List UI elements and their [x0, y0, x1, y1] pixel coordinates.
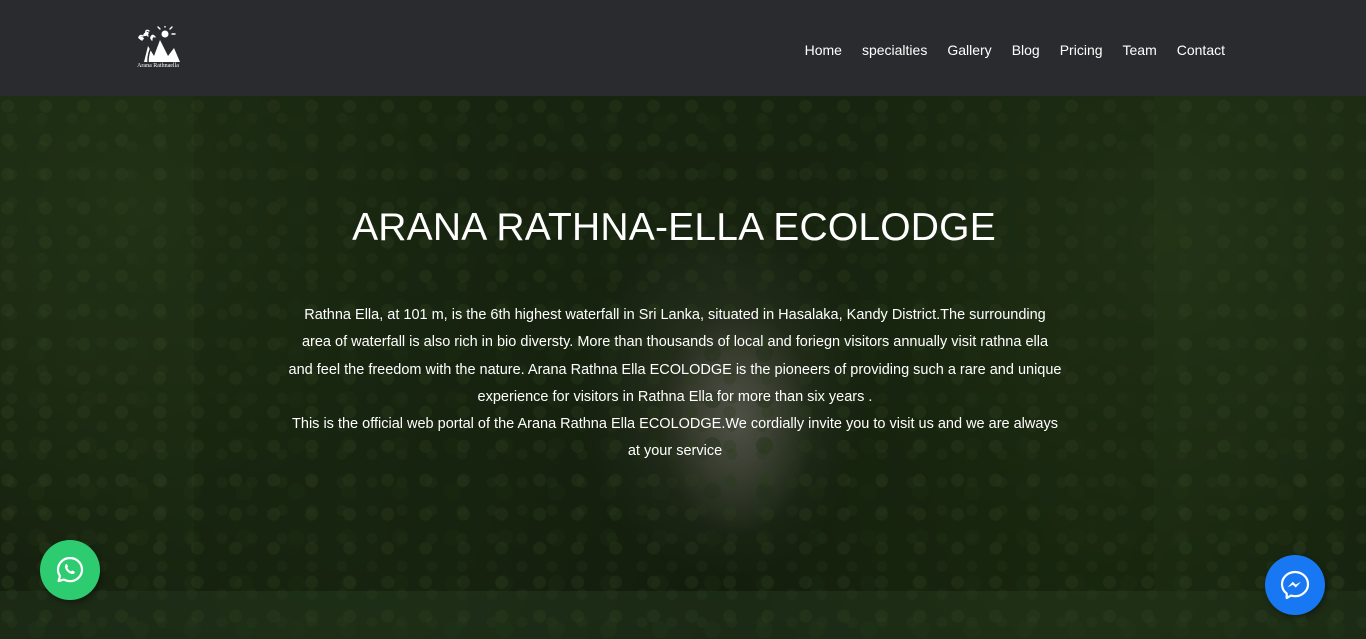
logo-text: Arana Rathnaella: [137, 63, 179, 69]
nav-home[interactable]: Home: [805, 42, 842, 58]
whatsapp-icon: [56, 556, 84, 583]
nav-specialties[interactable]: specialties: [862, 42, 927, 58]
main-nav: Home specialties Gallery Blog Pricing Te…: [785, 0, 1225, 100]
nav-blog[interactable]: Blog: [1012, 42, 1040, 58]
whatsapp-chat-button[interactable]: [40, 540, 100, 600]
hero-section: ARANA RATHNA-ELLA ECOLODGE Rathna Ella, …: [0, 96, 1366, 639]
messenger-icon: [1280, 570, 1310, 600]
hero-description: Rathna Ella, at 101 m, is the 6th highes…: [288, 302, 1062, 466]
hero-paragraph-intro: Rathna Ella, at 101 m, is the 6th highes…: [288, 307, 1062, 405]
top-navbar: Arana Rathnaella Home specialties Galler…: [0, 0, 1366, 96]
nav-team[interactable]: Team: [1123, 42, 1157, 58]
logo-emblem-icon: [138, 24, 180, 63]
nav-gallery[interactable]: Gallery: [947, 42, 991, 58]
hero-bottom-strip: [0, 591, 1366, 639]
hero-paragraph-invite: This is the official web portal of the A…: [292, 416, 1058, 460]
hero-title: ARANA RATHNA-ELLA ECOLODGE: [352, 206, 996, 249]
nav-pricing[interactable]: Pricing: [1060, 42, 1103, 58]
messenger-chat-button[interactable]: [1265, 555, 1325, 615]
site-logo[interactable]: Arana Rathnaella: [134, 24, 182, 72]
nav-contact[interactable]: Contact: [1177, 42, 1225, 58]
